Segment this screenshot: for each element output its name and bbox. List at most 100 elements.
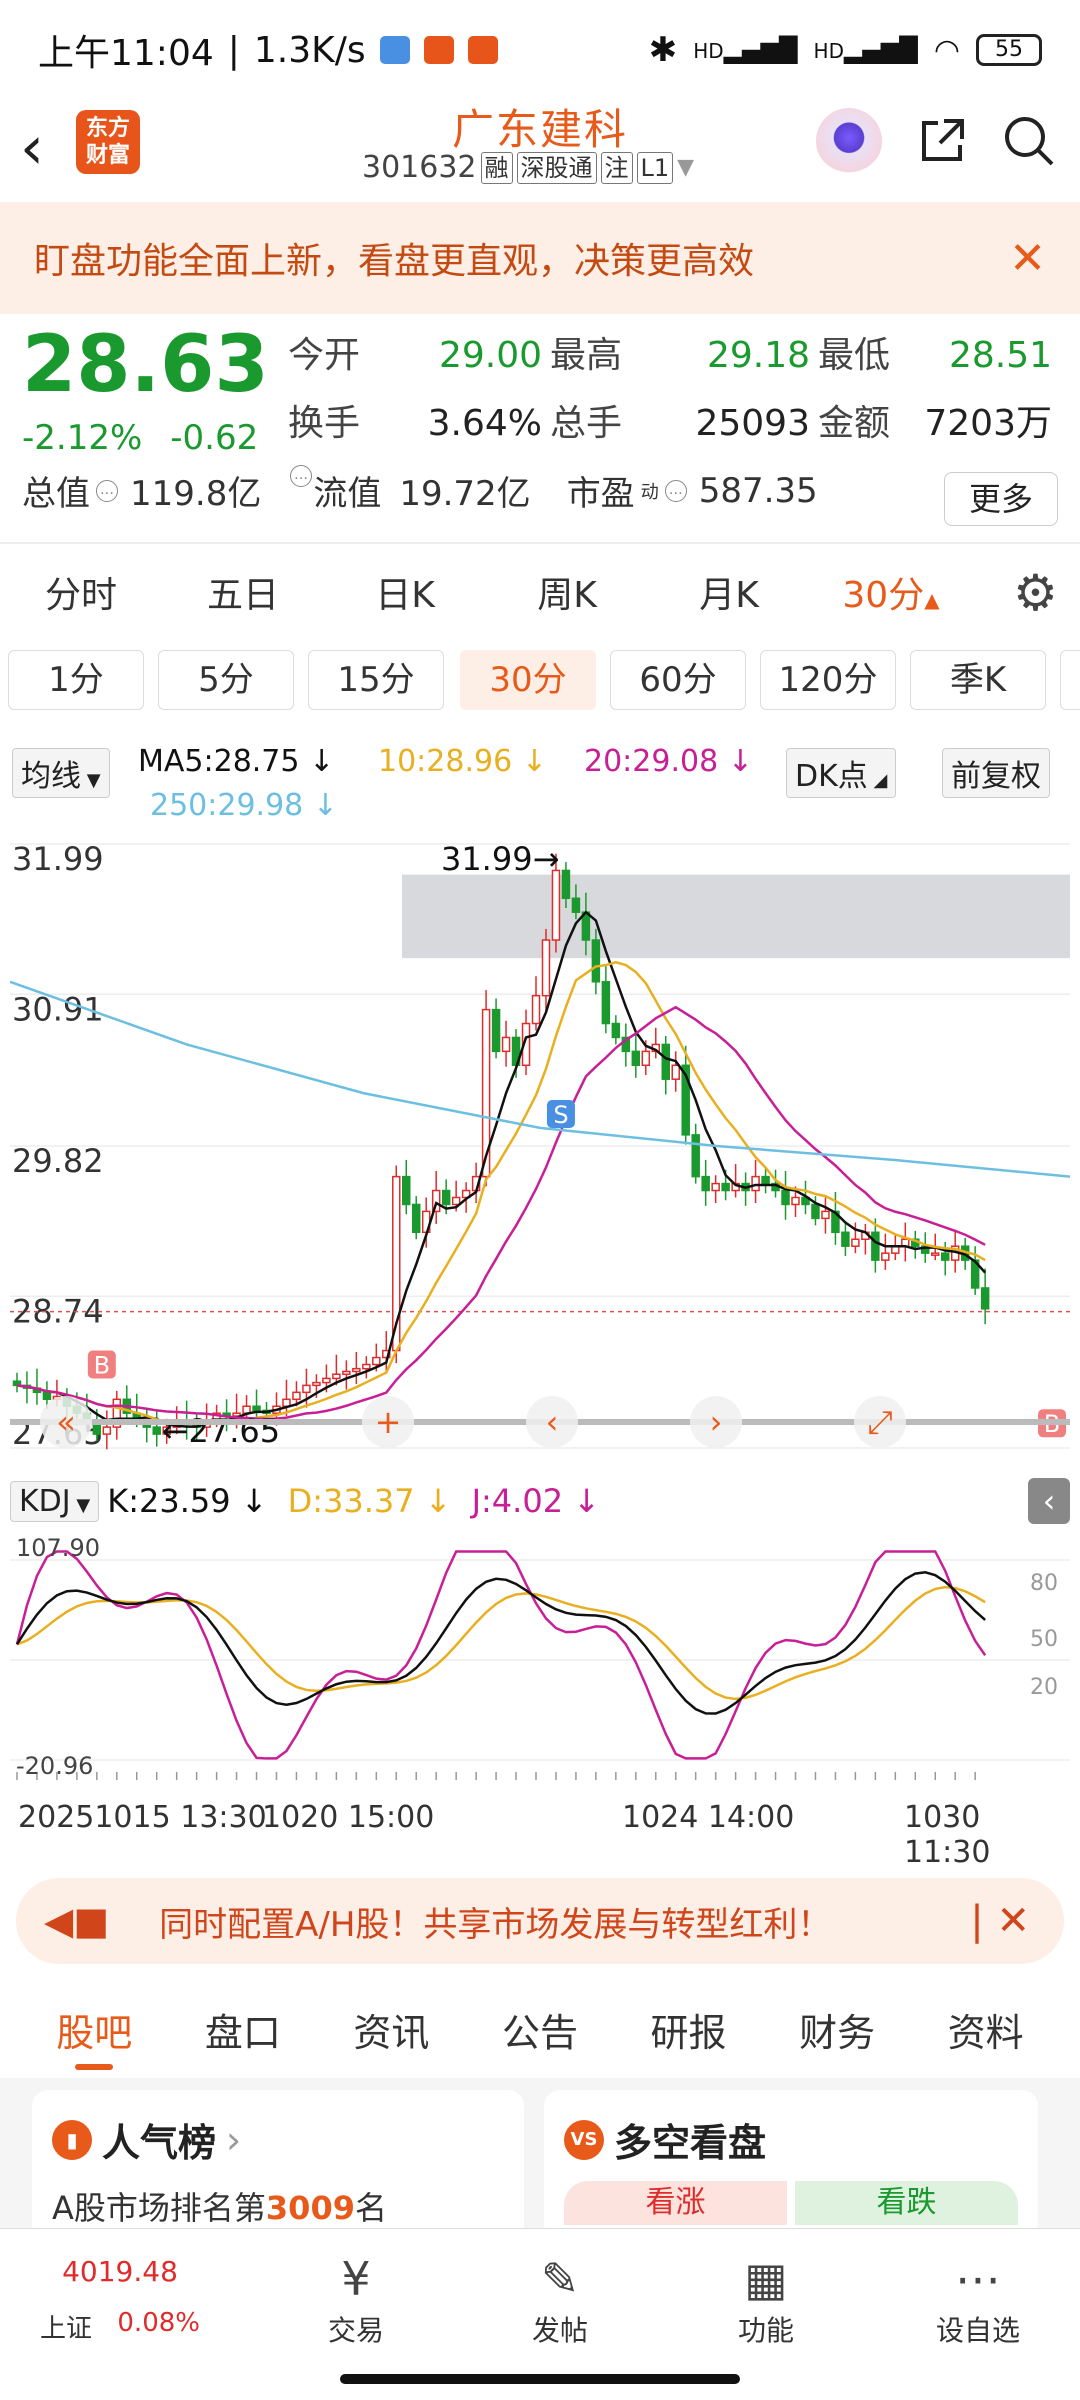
dk-point-button[interactable]: DK点 ◢ bbox=[786, 748, 897, 798]
adjust-button[interactable]: 前复权 bbox=[942, 748, 1050, 798]
candle-body bbox=[42, 1391, 52, 1401]
y-tick-label: 31.99 bbox=[12, 840, 104, 878]
stock-code-line[interactable]: 301632 融 深股通 注 L1 ▼ bbox=[362, 150, 694, 185]
tab-day-k[interactable]: 日K bbox=[324, 566, 486, 618]
index-change: 0.08% bbox=[117, 2308, 200, 2338]
kdj-j: J:4.02 ↓ bbox=[471, 1482, 601, 1520]
candle-body bbox=[671, 1064, 680, 1080]
feature-banner[interactable]: 盯盘功能全面上新，看盘更直观，决策更高效 ✕ bbox=[0, 202, 1080, 314]
nav-post[interactable]: ✎ 发帖 bbox=[500, 2249, 620, 2349]
tab-week-k[interactable]: 周K bbox=[486, 566, 648, 618]
kdj-level-80: 80 bbox=[1030, 1571, 1058, 1596]
share-icon[interactable] bbox=[916, 115, 968, 167]
settings-gear-icon[interactable]: ⚙ bbox=[1013, 564, 1058, 622]
high-price-label: 31.99→ bbox=[441, 840, 559, 878]
candle-body bbox=[701, 1175, 710, 1192]
tab-guba[interactable]: 股吧 bbox=[56, 1988, 132, 2078]
status-speed: 1.3K/s bbox=[253, 29, 366, 71]
close-ad-icon[interactable]: | ✕ bbox=[970, 1898, 1030, 1944]
candle-body bbox=[751, 1175, 760, 1192]
more-button[interactable]: 更多 bbox=[944, 472, 1058, 526]
index-widget[interactable]: 4019.48 上证 0.08% bbox=[40, 2255, 200, 2345]
nav-function[interactable]: ▦ 功能 bbox=[706, 2249, 826, 2349]
nav-trade[interactable]: ¥ 交易 bbox=[296, 2249, 416, 2349]
low-price-label: ←27.65 bbox=[162, 1412, 280, 1450]
mktcap-value: 119.8亿 bbox=[130, 474, 262, 514]
candle-body bbox=[821, 1210, 830, 1220]
collapse-panel-icon[interactable]: ‹ bbox=[1028, 1478, 1070, 1524]
ma10-line bbox=[16, 960, 986, 1425]
kline-chart[interactable]: 31.9930.9129.8228.7427.65 31.99→←27.65BS… bbox=[9, 822, 1071, 1470]
candle-body bbox=[851, 1238, 860, 1247]
tab-five-day[interactable]: 五日 bbox=[162, 566, 324, 618]
kdj-k: K:23.59 ↓ bbox=[107, 1482, 268, 1520]
popularity-card[interactable]: ▮ 人气榜 › A股市场排名第3009名 bbox=[32, 2090, 524, 2240]
ma-selector[interactable]: 均线 ▼ bbox=[12, 748, 110, 798]
index-value: 4019.48 bbox=[62, 2255, 178, 2288]
ad-banner[interactable]: ◀■ 同时配置A/H股！共享市场发展与转型红利！ | ✕ bbox=[16, 1878, 1064, 1964]
ma-legend: 均线 ▼ MA5:28.75 ↓ 10:28.96 ↓ 20:29.08 ↓ 2… bbox=[0, 738, 1080, 834]
home-indicator[interactable] bbox=[340, 2374, 740, 2384]
tab-finance[interactable]: 财务 bbox=[799, 1988, 875, 2078]
tab-announcement[interactable]: 公告 bbox=[502, 1988, 578, 2078]
bull-bear-title: 多空看盘 bbox=[614, 2121, 767, 2165]
tab-timeshare[interactable]: 分时 bbox=[0, 566, 162, 618]
vs-icon: VS bbox=[564, 2119, 604, 2160]
kdj-level-20: 20 bbox=[1030, 1675, 1058, 1700]
battery-icon: 55 bbox=[976, 34, 1042, 66]
candle-body bbox=[691, 1134, 700, 1178]
header: ‹ 东方财富 广东建科 301632 融 深股通 注 L1 ▼ bbox=[0, 100, 1080, 202]
kdj-y-top: 107.90 bbox=[16, 1534, 100, 1562]
info-icon[interactable]: … bbox=[664, 479, 687, 502]
candle-body bbox=[312, 1381, 321, 1387]
bearish-button[interactable]: 看跌 bbox=[795, 2181, 1018, 2225]
subtab-60min[interactable]: 60分 bbox=[610, 650, 746, 710]
low-label: 最低 bbox=[818, 335, 891, 376]
close-banner-icon[interactable]: ✕ bbox=[1009, 233, 1046, 284]
bull-bear-card[interactable]: VS 多空看盘 看涨 看跌 bbox=[544, 2090, 1038, 2240]
kdj-lines bbox=[15, 1550, 987, 1780]
candle-body bbox=[531, 994, 541, 1025]
pe-value: 587.35 bbox=[698, 470, 818, 511]
tab-news[interactable]: 资讯 bbox=[353, 1988, 429, 2078]
subtab-120min[interactable]: 120分 bbox=[760, 650, 896, 710]
float-value: 19.72亿 bbox=[399, 474, 531, 514]
candle-body bbox=[551, 869, 561, 941]
candle-body bbox=[711, 1182, 720, 1192]
y-tick-label: 29.82 bbox=[12, 1142, 104, 1180]
subtab-5min[interactable]: 5分 bbox=[158, 650, 294, 710]
more-dots-icon: ⋯ bbox=[955, 2252, 1001, 2306]
subtab-15min[interactable]: 15分 bbox=[308, 650, 444, 710]
popularity-rank-line: A股市场排名第3009名 bbox=[52, 2189, 387, 2227]
edit-post-icon: ✎ bbox=[540, 2252, 580, 2306]
candle-body bbox=[332, 1373, 341, 1380]
chart-control-icon: ‹ bbox=[546, 1403, 559, 1441]
subtab-season-k[interactable]: 季K bbox=[910, 650, 1046, 710]
apps-grid-icon: ▦ bbox=[744, 2252, 788, 2306]
candle-body bbox=[441, 1189, 451, 1206]
tab-research[interactable]: 研报 bbox=[651, 1988, 727, 2078]
float-label: 流值 bbox=[313, 474, 382, 514]
candle-body bbox=[761, 1175, 770, 1185]
candle-body bbox=[451, 1196, 461, 1206]
index-name: 上证 bbox=[40, 2314, 93, 2344]
tab-month-k[interactable]: 月K bbox=[648, 566, 810, 618]
subtab-1min[interactable]: 1分 bbox=[8, 650, 144, 710]
search-icon[interactable] bbox=[1002, 114, 1056, 168]
content-tabs: 股吧 盘口 资讯 公告 研报 财务 资料 bbox=[0, 1988, 1080, 2078]
info-icon[interactable]: … bbox=[96, 479, 118, 502]
low-value: 28.51 bbox=[948, 335, 1052, 376]
tab-30min[interactable]: 30分▲ bbox=[810, 566, 972, 618]
wifi-icon: ◠ bbox=[933, 32, 960, 68]
subtab-30min[interactable]: 30分 bbox=[460, 650, 596, 710]
tab-pankou[interactable]: 盘口 bbox=[205, 1988, 281, 2078]
tag-registered: 注 bbox=[600, 151, 633, 184]
bullish-button[interactable]: 看涨 bbox=[564, 2181, 787, 2225]
nav-watchlist[interactable]: ⋯ 设自选 bbox=[918, 2249, 1038, 2349]
assistant-robot-icon[interactable] bbox=[816, 108, 882, 174]
subtab-more[interactable] bbox=[1060, 650, 1080, 710]
candle-body bbox=[302, 1384, 311, 1394]
kdj-selector[interactable]: KDJ ▼ bbox=[10, 1480, 100, 1522]
tab-profile[interactable]: 资料 bbox=[948, 1988, 1024, 2078]
kdj-chart[interactable]: 107.90 -20.96 80 50 20 bbox=[10, 1530, 1070, 1780]
